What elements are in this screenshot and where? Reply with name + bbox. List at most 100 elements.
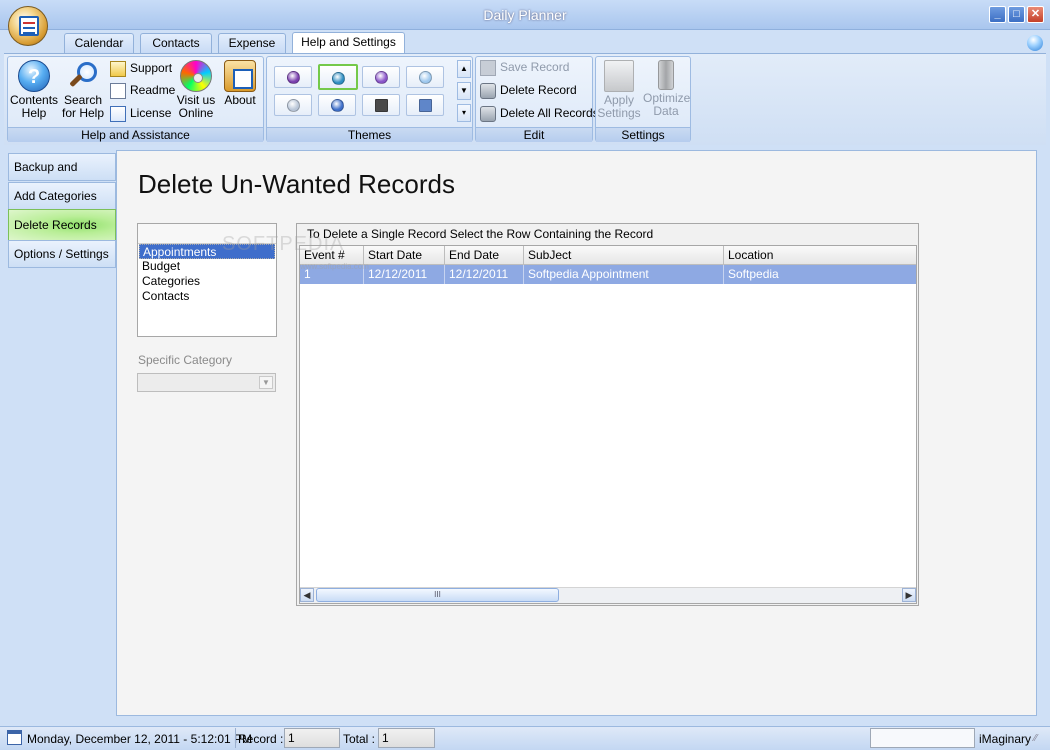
contents-help-label: Contents Help [10,93,59,120]
envelope-icon [110,60,126,77]
tab-calendar[interactable]: Calendar [64,33,134,53]
save-record-label: Save Record [500,60,570,74]
column-header-start-date[interactable]: Start Date [364,246,445,265]
visit-online-button[interactable]: Visit us Online [174,60,218,120]
delete-all-label: Delete All Records [500,106,599,120]
scroll-left-button[interactable]: ◀ [300,588,314,602]
support-button[interactable]: Support [110,59,172,79]
theme-option-3[interactable] [362,66,400,88]
contents-help-button[interactable]: ? Contents Help [10,60,58,120]
license-label: License [130,106,172,120]
delete-record-button[interactable]: Delete Record [480,81,577,101]
cell-location[interactable]: Softpedia [724,265,916,284]
watermark-url: www.softpedia.com [300,262,369,271]
theme-swatch-icon [375,99,388,112]
delete-record-label: Delete Record [500,83,577,97]
resize-grip-icon[interactable]: ⁄⁄ [1034,733,1037,744]
record-value: 1 [284,728,340,748]
optimize-battery-icon [658,60,674,90]
specific-category-label: Specific Category [138,353,233,367]
brand-label: iMaginary [979,732,1032,746]
license-doc-icon [110,105,126,122]
theme-swatch-icon [419,71,432,84]
optimize-data-button[interactable]: Optimize Data [643,60,691,118]
nav-item-backup-restore[interactable]: Backup and Restore [8,153,116,200]
help-group-label: Help and Assistance [8,127,263,142]
watermark: SOFTPEDIA [222,233,345,255]
theme-swatch-icon [332,72,345,85]
nav-item-options-settings[interactable]: Options / Settings [8,240,116,268]
edit-group-label: Edit [476,127,592,142]
optimize-data-label: Optimize Data [643,91,691,118]
theme-option-4[interactable] [406,66,444,88]
scroll-right-button[interactable]: ▶ [902,588,916,602]
tab-help-and-settings[interactable]: Help and Settings [292,32,405,54]
apply-settings-label: Apply Settings [597,93,641,120]
column-header-subject[interactable]: SubJect [524,246,724,265]
help-style-icon[interactable] [1027,35,1043,51]
theme-option-2[interactable] [318,64,358,90]
calendar-icon [7,730,22,745]
themes-more-button[interactable]: ▾ [457,104,471,122]
theme-option-8[interactable] [406,94,444,116]
specific-category-select[interactable]: ▼ [137,373,276,392]
tab-contacts[interactable]: Contacts [140,33,212,53]
cell-subject[interactable]: Softpedia Appointment [524,265,724,284]
tab-expense[interactable]: Expense [218,33,286,53]
themes-scroll-down-button[interactable]: ▼ [457,82,471,100]
column-header-location[interactable]: Location [724,246,916,265]
search-for-help-button[interactable]: Search for Help [60,60,106,120]
grid-caption: To Delete a Single Record Select the Row… [307,227,654,241]
apply-settings-icon [604,60,634,92]
search-for-help-label: Search for Help [61,93,105,120]
record-label: Record : [238,732,284,746]
list-item[interactable]: Budget [139,259,275,274]
minimize-button[interactable]: _ [989,6,1006,23]
support-label: Support [130,61,173,75]
theme-option-6[interactable] [318,94,356,116]
close-button[interactable]: ✕ [1027,6,1044,23]
magnifier-icon [67,60,99,92]
total-value: 1 [378,728,435,748]
column-header-end-date[interactable]: End Date [445,246,524,265]
theme-option-1[interactable] [274,66,312,88]
about-label: About [224,93,256,107]
list-item[interactable]: Contacts [139,289,275,304]
delete-all-icon [480,105,496,122]
license-button[interactable]: License [110,104,171,124]
readme-button[interactable]: Readme [110,81,175,101]
visit-online-label: Visit us Online [176,93,216,120]
nav-item-add-categories[interactable]: Add Categories [8,182,116,210]
theme-swatch-icon [375,71,388,84]
app-menu-orb-icon[interactable] [8,6,48,46]
maximize-button[interactable]: □ [1008,6,1025,23]
theme-option-7[interactable] [362,94,400,116]
theme-swatch-icon [287,99,300,112]
theme-swatch-icon [419,99,432,112]
chevron-down-icon[interactable]: ▼ [259,376,273,389]
about-button[interactable]: About [220,60,260,107]
scroll-thumb[interactable]: III [316,588,559,602]
themes-scroll-up-button[interactable]: ▲ [457,60,471,78]
theme-swatch-icon [287,71,300,84]
delete-record-icon [480,82,496,99]
status-separator [235,728,236,748]
status-empty-field [870,728,975,748]
nav-item-delete-records[interactable]: Delete Records [8,209,116,241]
cell-end-date[interactable]: 12/12/2011 [445,265,524,284]
theme-swatch-icon [331,99,344,112]
records-grid [299,245,917,604]
settings-group-label: Settings [596,127,690,142]
apply-settings-button[interactable]: Apply Settings [597,60,641,120]
save-record-button[interactable]: Save Record [480,58,569,78]
readme-doc-icon [110,82,126,99]
cell-start-date[interactable]: 12/12/2011 [364,265,445,284]
themes-group-label: Themes [267,127,472,142]
list-item[interactable]: Categories [139,274,275,289]
delete-all-records-button[interactable]: Delete All Records [480,104,599,124]
help-question-icon: ? [18,60,50,92]
theme-option-5[interactable] [274,94,312,116]
readme-label: Readme [130,83,176,97]
total-label: Total : [343,732,376,746]
page-title: Delete Un-Wanted Records [138,169,455,199]
